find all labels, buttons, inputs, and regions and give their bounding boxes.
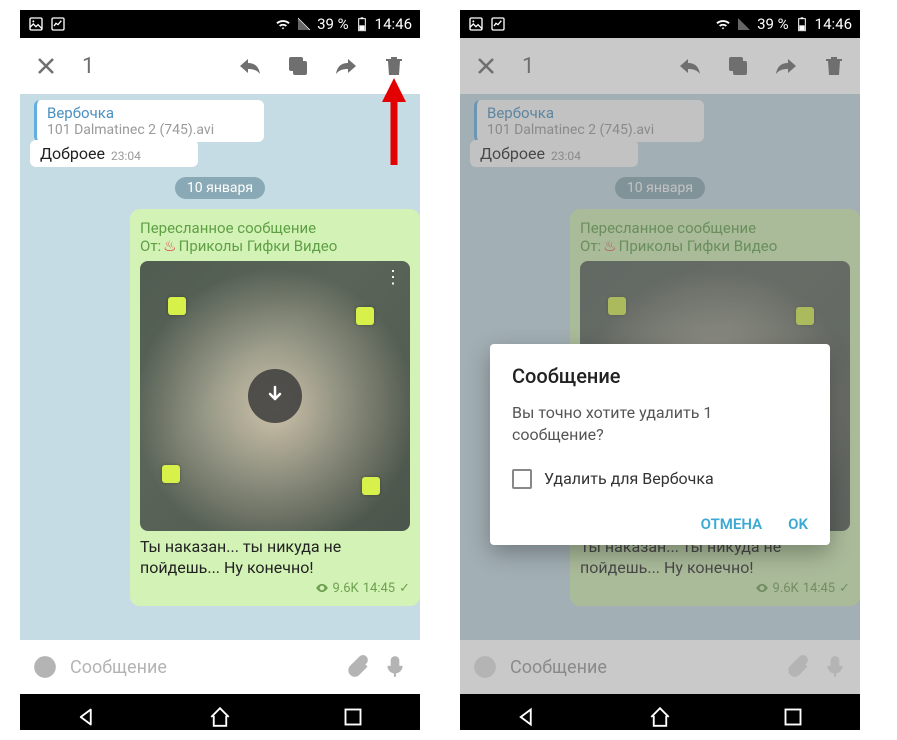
phone-right-screenshot: 39 % 14:46 1 Вербочка 101 Dalmatinec 2 (… bbox=[460, 10, 860, 730]
red-arrow-annotation bbox=[364, 70, 414, 170]
clock-text: 14:46 bbox=[375, 15, 412, 33]
message-input: Сообщение bbox=[510, 657, 772, 678]
sent-check-icon: ✓ bbox=[839, 581, 850, 596]
close-icon bbox=[474, 54, 498, 78]
outgoing-message: Доброее 23:04 bbox=[470, 140, 638, 167]
date-separator: 10 января bbox=[615, 177, 705, 199]
ok-button[interactable]: OK bbox=[788, 515, 808, 533]
wifi-icon bbox=[715, 16, 731, 32]
copy-icon[interactable] bbox=[286, 54, 310, 78]
reply-icon bbox=[678, 54, 702, 78]
reply-contact-name: Вербочка bbox=[47, 104, 254, 122]
copy-icon bbox=[726, 54, 750, 78]
forwarded-from: От: ♨ Приколы Гифки Видео bbox=[140, 237, 410, 255]
chart-notif-icon bbox=[50, 16, 66, 32]
battery-text: 39 % bbox=[317, 15, 349, 33]
message-input-bar: Сообщение bbox=[460, 640, 860, 694]
message-meta: 9.6K 14:45 ✓ bbox=[140, 581, 410, 596]
mic-icon[interactable] bbox=[382, 654, 408, 680]
selection-count: 1 bbox=[82, 54, 94, 79]
views-icon bbox=[755, 581, 769, 595]
cancel-button[interactable]: ОТМЕНА bbox=[701, 515, 763, 533]
emoji-icon[interactable] bbox=[32, 654, 58, 680]
delete-confirm-dialog: Сообщение Вы точно хотите удалить 1 сооб… bbox=[490, 344, 830, 545]
hotsprings-icon: ♨ bbox=[163, 237, 176, 255]
delete-for-both-checkbox[interactable] bbox=[512, 469, 532, 489]
download-arrow-icon bbox=[263, 384, 287, 408]
views-icon bbox=[315, 581, 329, 595]
recents-nav-icon[interactable] bbox=[778, 702, 808, 730]
dialog-title: Сообщение bbox=[512, 364, 808, 388]
dialog-message: Вы точно хотите удалить 1 сообщение? bbox=[512, 402, 808, 447]
status-bar: 39 % 14:46 bbox=[460, 10, 860, 38]
selection-count: 1 bbox=[522, 54, 534, 79]
forward-icon bbox=[774, 54, 798, 78]
home-nav-icon[interactable] bbox=[205, 702, 235, 730]
home-nav-icon[interactable] bbox=[645, 702, 675, 730]
date-separator: 10 января bbox=[175, 177, 265, 199]
close-icon[interactable] bbox=[34, 54, 58, 78]
message-time: 23:04 bbox=[111, 149, 141, 163]
forwarded-time: 14:45 bbox=[363, 581, 395, 596]
phone-left-screenshot: 39 % 14:46 1 Вербочка 101 Dalmatinec 2 (… bbox=[20, 10, 420, 730]
image-notif-icon bbox=[468, 16, 484, 32]
reply-preview: Вербочка 101 Dalmatinec 2 (745).avi bbox=[474, 100, 704, 142]
delete-for-both-label: Удалить для Вербочка bbox=[544, 469, 714, 488]
selection-action-bar: 1 bbox=[20, 38, 420, 94]
image-notif-icon bbox=[28, 16, 44, 32]
download-button[interactable] bbox=[248, 369, 302, 423]
wifi-icon bbox=[275, 16, 291, 32]
attach-icon[interactable] bbox=[344, 654, 370, 680]
message-input-bar: Сообщение bbox=[20, 640, 420, 694]
forward-icon[interactable] bbox=[334, 54, 358, 78]
recents-nav-icon[interactable] bbox=[338, 702, 368, 730]
emoji-icon bbox=[472, 654, 498, 680]
attach-icon bbox=[784, 654, 810, 680]
android-nav-bar bbox=[20, 694, 420, 730]
mic-icon bbox=[822, 654, 848, 680]
battery-icon bbox=[354, 16, 370, 32]
views-count: 9.6K bbox=[333, 581, 359, 596]
chat-area[interactable]: Вербочка 101 Dalmatinec 2 (745).avi Добр… bbox=[20, 94, 420, 640]
android-nav-bar bbox=[460, 694, 860, 730]
message-input[interactable]: Сообщение bbox=[70, 657, 332, 678]
message-caption: Ты наказан... ты никуда не пойдешь... Ну… bbox=[140, 537, 410, 579]
signal-icon bbox=[736, 16, 752, 32]
selection-action-bar: 1 bbox=[460, 38, 860, 94]
signal-icon bbox=[296, 16, 312, 32]
reply-preview[interactable]: Вербочка 101 Dalmatinec 2 (745).avi bbox=[34, 100, 264, 142]
status-bar: 39 % 14:46 bbox=[20, 10, 420, 38]
chat-area: Вербочка 101 Dalmatinec 2 (745).avi Добр… bbox=[460, 94, 860, 640]
clock-text: 14:46 bbox=[815, 15, 852, 33]
battery-text: 39 % bbox=[757, 15, 789, 33]
chart-notif-icon bbox=[490, 16, 506, 32]
forwarded-message-bubble[interactable]: Пересланное сообщение От: ♨ Приколы Гифк… bbox=[130, 209, 420, 606]
forwarded-label: Пересланное сообщение bbox=[140, 219, 410, 237]
reply-file-name: 101 Dalmatinec 2 (745).avi bbox=[47, 122, 254, 138]
video-thumbnail[interactable]: ⋮ bbox=[140, 261, 410, 531]
sent-check-icon: ✓ bbox=[399, 581, 410, 596]
outgoing-message[interactable]: Доброее 23:04 bbox=[30, 140, 198, 167]
reply-icon[interactable] bbox=[238, 54, 262, 78]
battery-icon bbox=[794, 16, 810, 32]
back-nav-icon[interactable] bbox=[72, 702, 102, 730]
delete-icon bbox=[822, 54, 846, 78]
message-text: Доброее bbox=[40, 144, 105, 163]
back-nav-icon[interactable] bbox=[512, 702, 542, 730]
video-menu-icon[interactable]: ⋮ bbox=[384, 267, 402, 288]
delete-for-both-row[interactable]: Удалить для Вербочка bbox=[512, 469, 808, 489]
